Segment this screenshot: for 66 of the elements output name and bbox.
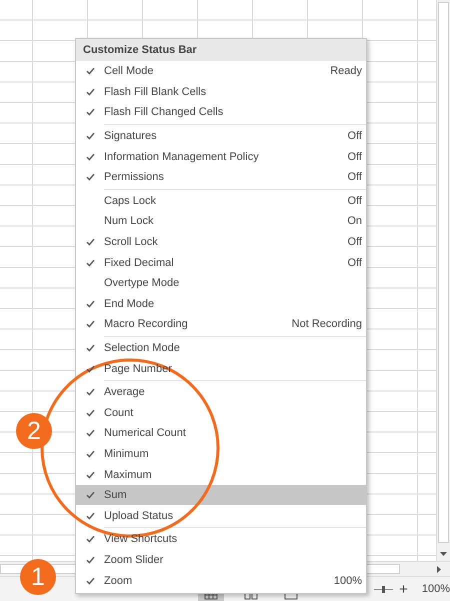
menu-item-label: Caps Lock [104,194,157,207]
menu-item-label: Upload Status [104,510,174,522]
menu-item[interactable]: Count [76,402,366,424]
menu-item[interactable]: End Mode [76,294,366,314]
menu-item[interactable]: Maximum [76,464,366,485]
menu-item[interactable]: Numerical Count [76,423,366,444]
menu-item[interactable]: Average [76,382,366,402]
menu-item[interactable]: Upload Status [76,505,366,526]
menu-item-value: Ready [330,65,362,78]
menu-item[interactable]: Flash Fill Changed Cells [76,102,366,123]
menu-item[interactable]: Minimum [76,444,366,464]
menu-item-value: Off [348,236,362,248]
menu-item[interactable]: Sum [76,484,366,506]
vertical-scrollbar[interactable] [436,0,450,561]
menu-item-label: Fixed Decimal [104,256,175,269]
menu-item-label: Macro Recording [104,318,189,330]
menu-item[interactable]: Overtype Mode [76,272,366,294]
menu-item-value: Off [348,171,362,184]
menu-item-label: Zoom [104,574,134,587]
menu-title: Customize Status Bar [76,39,366,61]
menu-item-label: Permissions [104,171,165,184]
menu-item-value: Off [348,150,362,163]
menu-item-label: End Mode [104,298,156,310]
menu-item-label: Flash Fill Blank Cells [104,86,208,98]
menu-item[interactable]: Zoom 100% [76,570,366,591]
menu-item[interactable]: Caps Lock Off [76,190,366,212]
menu-item[interactable]: Signatures Off [76,126,366,146]
menu-item[interactable]: Flash Fill Blank Cells [76,82,366,102]
slider-thumb[interactable] [382,586,386,592]
menu-item-label: Selection Mode [104,342,181,354]
menu-item-label: Count [104,406,134,419]
menu-item[interactable]: Num Lock On [76,211,366,232]
menu-item-value: 100% [334,574,362,587]
menu-item-label: Signatures [104,130,158,142]
zoom-in-button[interactable]: + [399,580,408,598]
menu-item[interactable]: Fixed Decimal Off [76,252,366,273]
scroll-right-icon [436,564,442,574]
menu-item-label: Zoom Slider [104,554,164,566]
menu-item[interactable]: View Shortcuts [76,529,366,550]
menu-item-value: On [347,215,362,228]
menu-item[interactable]: Cell Mode Ready [76,61,366,82]
menu-item-value: Off [348,194,362,207]
menu-item-label: Num Lock [104,215,155,228]
menu-item-label: Maximum [104,468,153,481]
menu-item-label: Flash Fill Changed Cells [104,106,224,118]
menu-item-value: Off [348,130,362,142]
menu-item-label: Sum [104,489,128,502]
zoom-slider[interactable] [374,586,394,592]
menu-item[interactable]: Selection Mode [76,338,366,358]
menu-item-label: Overtype Mode [104,277,180,290]
menu-item[interactable]: Zoom Slider [76,550,366,570]
scroll-down-icon[interactable] [439,551,448,557]
menu-item-label: Scroll Lock [104,236,159,248]
menu-item-value: Not Recording [292,318,362,330]
menu-item-label: Information Management Policy [104,150,260,163]
menu-item-label: View Shortcuts [104,533,178,546]
menu-item-label: Cell Mode [104,65,155,78]
menu-item-label: Numerical Count [104,427,187,440]
menu-item-label: Average [104,386,146,398]
menu-item[interactable]: Macro Recording Not Recording [76,314,366,335]
menu-item[interactable]: Scroll Lock Off [76,232,366,252]
menu-item-value: Off [348,256,362,269]
menu-item-label: Minimum [104,448,150,460]
zoom-level[interactable]: 100% [422,583,450,595]
menu-item[interactable]: Information Management Policy Off [76,146,366,167]
menu-item[interactable]: Permissions Off [76,166,366,188]
